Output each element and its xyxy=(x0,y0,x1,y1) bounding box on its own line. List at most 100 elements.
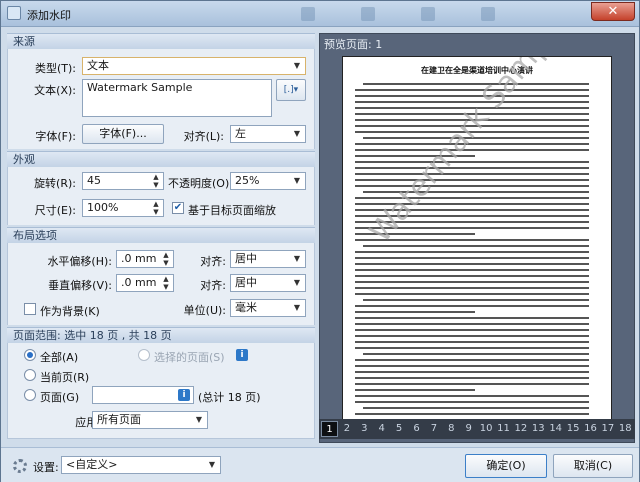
unit-select[interactable]: 毫米 ▼ xyxy=(230,299,306,317)
current-page-label: 当前页(R) xyxy=(40,371,90,384)
apply-to-select[interactable]: 所有页面 ▼ xyxy=(92,411,208,429)
insert-text-button[interactable]: [.]▾ xyxy=(276,79,306,101)
text-line xyxy=(355,161,589,163)
chevron-down-icon: ▼ xyxy=(293,278,301,287)
dialog-footer: 设置: <自定义> ▼ 确定(O) 取消(C) xyxy=(1,447,639,482)
page-thumb-9[interactable]: 9 xyxy=(460,421,477,437)
ok-button[interactable]: 确定(O) xyxy=(465,454,547,478)
chevron-down-icon: ▼ xyxy=(293,303,301,312)
text-line xyxy=(355,389,475,391)
info-icon[interactable]: i xyxy=(236,349,248,361)
align-value: 左 xyxy=(235,127,246,140)
background-checkbox[interactable] xyxy=(24,303,36,315)
text-line xyxy=(355,269,589,271)
settings-value: <自定义> xyxy=(66,458,118,471)
h-align-label: 对齐: xyxy=(200,255,226,268)
page-range-header: 页面范围: 选中 18 页 , 共 18 页 xyxy=(7,327,315,343)
text-line xyxy=(355,275,589,277)
page-thumb-13[interactable]: 13 xyxy=(530,421,547,437)
page-thumb-3[interactable]: 3 xyxy=(356,421,373,437)
type-select[interactable]: 文本 ▼ xyxy=(82,57,306,75)
scale-checkbox[interactable]: ✔ xyxy=(172,202,184,214)
title-bar: 添加水印 ✕ xyxy=(1,1,639,27)
toolbar-icon xyxy=(361,7,375,21)
page-thumb-11[interactable]: 11 xyxy=(495,421,512,437)
rotation-label: 旋转(R): xyxy=(34,177,76,190)
all-pages-radio[interactable] xyxy=(24,349,36,361)
layout-panel: 水平偏移(H): .0 mm ▲ ▼ 对齐: 居中 ▼ 垂直偏移(V): .0 m… xyxy=(7,243,315,325)
text-label: 文本(X): xyxy=(34,84,76,97)
page-thumb-12[interactable]: 12 xyxy=(512,421,529,437)
text-line xyxy=(355,359,589,361)
v-align-label: 对齐: xyxy=(200,279,226,292)
page-thumb-4[interactable]: 4 xyxy=(373,421,390,437)
text-line xyxy=(355,329,589,331)
h-offset-spinner[interactable]: .0 mm ▲ ▼ xyxy=(116,250,174,268)
text-line xyxy=(363,83,589,85)
page-thumb-7[interactable]: 7 xyxy=(425,421,442,437)
page-thumb-17[interactable]: 17 xyxy=(599,421,616,437)
current-page-radio[interactable] xyxy=(24,369,36,381)
pages-label: 页面(G) xyxy=(40,391,80,404)
rotation-spinner[interactable]: 45 ▲ ▼ xyxy=(82,172,164,190)
h-align-select[interactable]: 居中 ▼ xyxy=(230,250,306,268)
font-label: 字体(F): xyxy=(35,130,76,143)
text-line xyxy=(363,245,589,247)
unit-label: 单位(U): xyxy=(183,304,226,317)
gear-icon xyxy=(13,459,27,473)
opacity-value: 25% xyxy=(235,174,260,187)
settings-select[interactable]: <自定义> ▼ xyxy=(61,456,221,474)
page-thumb-15[interactable]: 15 xyxy=(565,421,582,437)
align-label: 对齐(L): xyxy=(183,130,224,143)
chevron-down-icon: ▼ xyxy=(293,254,301,263)
text-line xyxy=(355,251,589,253)
align-select[interactable]: 左 ▼ xyxy=(230,125,306,143)
text-line xyxy=(355,89,589,91)
chevron-down-icon: ▼ xyxy=(208,460,216,469)
selected-pages-radio[interactable] xyxy=(138,349,150,361)
page-thumb-14[interactable]: 14 xyxy=(547,421,564,437)
h-offset-label: 水平偏移(H): xyxy=(47,255,112,268)
page-thumb-8[interactable]: 8 xyxy=(443,421,460,437)
pages-radio[interactable] xyxy=(24,389,36,401)
page-thumb-18[interactable]: 18 xyxy=(617,421,634,437)
settings-label: 设置: xyxy=(33,461,59,474)
page-thumb-6[interactable]: 6 xyxy=(408,421,425,437)
text-line xyxy=(355,347,589,349)
page-thumb-1[interactable]: 1 xyxy=(321,421,338,437)
size-value: 100% xyxy=(87,201,119,214)
close-button[interactable]: ✕ xyxy=(591,2,635,21)
spinner-arrows-icon: ▲ ▼ xyxy=(163,275,169,291)
text-line xyxy=(355,383,589,385)
size-spinner[interactable]: 100% ▲ ▼ xyxy=(82,199,164,217)
type-label: 类型(T): xyxy=(34,62,76,75)
preview-page: 在建卫在全是渠道培训中心演讲 Watermark Sample xyxy=(342,56,612,438)
text-line xyxy=(355,311,475,313)
text-line xyxy=(355,167,589,169)
page-thumb-16[interactable]: 16 xyxy=(582,421,599,437)
v-align-select[interactable]: 居中 ▼ xyxy=(230,274,306,292)
page-thumb-10[interactable]: 10 xyxy=(478,421,495,437)
text-line xyxy=(355,179,589,181)
watermark-text-value: Watermark Sample xyxy=(87,81,193,94)
page-thumb-5[interactable]: 5 xyxy=(391,421,408,437)
v-offset-spinner[interactable]: .0 mm ▲ ▼ xyxy=(116,274,174,292)
text-line xyxy=(355,401,589,403)
chevron-down-icon: ▼ xyxy=(293,129,301,138)
opacity-select[interactable]: 25% ▼ xyxy=(230,172,306,190)
app-icon xyxy=(7,6,21,20)
apply-to-value: 所有页面 xyxy=(97,413,141,426)
preview-pane: 预览页面: 1 在建卫在全是渠道培训中心演讲 Watermark Sample xyxy=(319,33,635,443)
chevron-down-icon: ▼ xyxy=(195,415,203,424)
cancel-button[interactable]: 取消(C) xyxy=(553,454,633,478)
add-watermark-dialog: 添加水印 ✕ 来源 类型(T): 文本 ▼ 文本(X): Watermark S… xyxy=(0,0,640,482)
text-line xyxy=(355,371,589,373)
chevron-down-icon: ▼ xyxy=(293,176,301,185)
toolbar-icon xyxy=(301,7,315,21)
info-icon[interactable]: i xyxy=(178,389,190,401)
page-thumb-2[interactable]: 2 xyxy=(338,421,355,437)
type-value: 文本 xyxy=(87,59,109,72)
watermark-text-input[interactable]: Watermark Sample xyxy=(82,79,272,117)
font-button[interactable]: 字体(F)... xyxy=(82,124,164,144)
spinner-arrows-icon: ▲ ▼ xyxy=(153,200,159,216)
